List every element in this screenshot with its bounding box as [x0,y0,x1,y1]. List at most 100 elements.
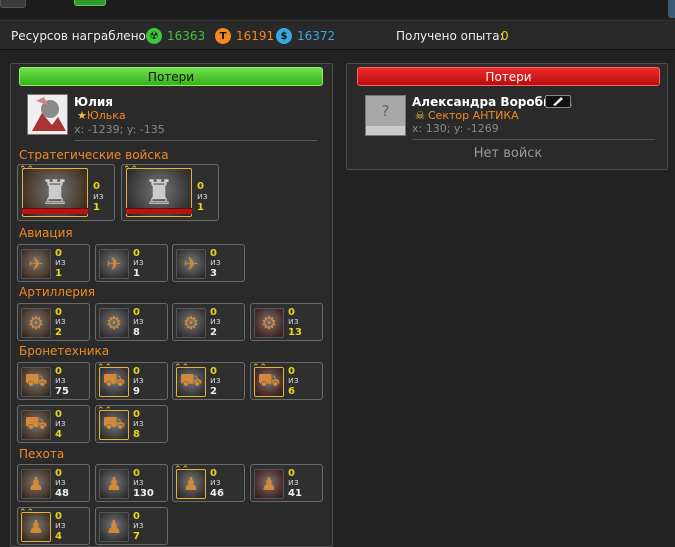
tank-icon: ⛟ [21,367,51,397]
unit-card[interactable]: ♟ 0 из 130 [95,464,168,502]
unit-total: 7 [133,531,140,542]
resource-titanium: T 16191 [215,26,274,46]
unit-total: 9 [133,386,140,397]
soldier-icon: ♟ [254,469,284,499]
avatar[interactable]: ? [365,95,406,136]
unit-card[interactable]: ✈ 0 из 1 [17,244,90,282]
unknown-avatar-icon: ? [366,96,405,126]
unit-of-label: из [133,317,144,327]
unit-card[interactable]: ♟ 0 из 48 [17,464,90,502]
aircraft-icon: ✈ [21,249,51,279]
alliance-name: Сектор АНТИКА [427,109,519,122]
unit-of-label: из [288,478,299,488]
resources-label: Ресурсов награблено: [11,29,150,43]
unit-of-label: из [133,478,144,488]
unit-total: 46 [210,488,224,499]
unit-card[interactable]: ✈ 0 из 3 [172,244,245,282]
unit-card[interactable]: ⚙ 0 из 13 [250,303,323,341]
soldier-icon: ♟ [99,469,129,499]
unit-total: 4 [55,429,62,440]
pencil-icon [553,97,563,106]
unit-of-label: из [210,376,221,386]
defender-losses-header: Потери [357,67,660,86]
unit-total: 8 [133,327,140,338]
unit-lost: 0 [197,181,204,192]
unit-card[interactable]: ✈ 0 из 1 [95,244,168,282]
category-label: Артиллерия [19,285,95,299]
top-tab-button[interactable] [0,0,26,8]
top-blue-button[interactable] [668,0,675,18]
category-label: Бронетехника [19,344,110,358]
skull-icon: ☠ [415,109,425,122]
unit-total: 1 [197,202,204,213]
resource-value: 16363 [167,29,206,43]
edit-note-button[interactable] [545,95,571,108]
soldier-icon: ♟ [21,469,51,499]
avatar[interactable] [27,94,68,135]
alliance-name: Юлька [86,109,126,122]
category-label: Пехота [19,447,65,461]
artillery-icon: ⚙ [176,308,206,338]
avatar-image [28,95,67,134]
unit-total: 2 [210,327,217,338]
radiation-icon: ☢ [146,28,162,44]
unit-card[interactable]: ⛟ ⌃⌃ 0 из 9 [95,362,168,400]
top-strip [0,0,675,18]
unit-card[interactable]: ♟ 0 из 41 [250,464,323,502]
aircraft-icon: ✈ [99,249,129,279]
player-alliance[interactable]: ★Юлька [77,109,126,122]
unit-of-label: из [133,376,144,386]
resource-money: $ 16372 [276,26,335,46]
unit-card[interactable]: ♜ ⌃⌃ 0 из 1 [17,164,115,221]
soldier-icon: ♟ [99,512,129,542]
unit-total: 130 [133,488,154,499]
unit-of-label: из [55,376,66,386]
player-name[interactable]: Юлия [74,95,113,109]
top-green-button[interactable] [74,0,106,6]
player-alliance[interactable]: ☠ Сектор АНТИКА [415,109,519,122]
unit-total: 4 [55,531,62,542]
player-coords: x: -1239; y: -135 [74,123,165,136]
unit-total: 3 [210,268,217,279]
unit-card[interactable]: ♜ ⌃⌃ 0 из 1 [121,164,219,221]
unit-of-label: из [133,521,144,531]
titanium-icon: T [215,28,231,44]
unit-of-label: из [55,258,66,268]
dollar-icon: $ [276,28,292,44]
player-coords: x: 130; y: -1269 [412,122,499,135]
attacker-panel: Потери Юлия ★Юлька x: -1239; y: -135 Стр… [10,63,333,547]
elite-rank-icon: ⌃⌃ [174,465,190,475]
unit-of-label: из [210,478,221,488]
unit-card[interactable]: ⚙ 0 из 2 [172,303,245,341]
unit-card[interactable]: ♟ ⌃⌃ 0 из 4 [17,507,90,545]
unit-total: 1 [55,268,62,279]
divider [412,139,655,140]
defender-panel: Потери ? Александра Воробье... ☠ Сектор А… [346,63,668,170]
health-bar [22,208,88,214]
artillery-icon: ⚙ [21,308,51,338]
unit-of-label: из [55,317,66,327]
unit-card[interactable]: ⛟ 0 из 75 [17,362,90,400]
unit-card[interactable]: ♟ ⌃⌃ 0 из 46 [172,464,245,502]
unit-card[interactable]: ⛟ ⌃⌃ 0 из 2 [172,362,245,400]
xp-value: 0 [501,29,509,43]
unit-of-label: из [288,376,299,386]
unit-card[interactable]: ♟ 0 из 7 [95,507,168,545]
aircraft-icon: ✈ [176,249,206,279]
unit-card[interactable]: ⛟ ⌃⌃ 0 из 8 [95,405,168,443]
unit-card[interactable]: ⚙ 0 из 8 [95,303,168,341]
unit-total: 13 [288,327,302,338]
unit-of-label: из [210,317,221,327]
unit-of-label: из [197,192,208,202]
star-icon: ★ [77,109,87,122]
unit-card[interactable]: ⛟ ⌃⌃ 0 из 6 [250,362,323,400]
unit-of-label: из [55,478,66,488]
unit-card[interactable]: ⚙ 0 из 2 [17,303,90,341]
unit-total: 6 [288,386,295,397]
xp-label: Получено опыта: [396,29,504,43]
unit-card[interactable]: ⛟ 0 из 4 [17,405,90,443]
resource-value: 16191 [236,29,275,43]
unit-of-label: из [55,521,66,531]
elite-rank-icon: ⌃⌃ [19,508,35,518]
divider [74,140,317,141]
